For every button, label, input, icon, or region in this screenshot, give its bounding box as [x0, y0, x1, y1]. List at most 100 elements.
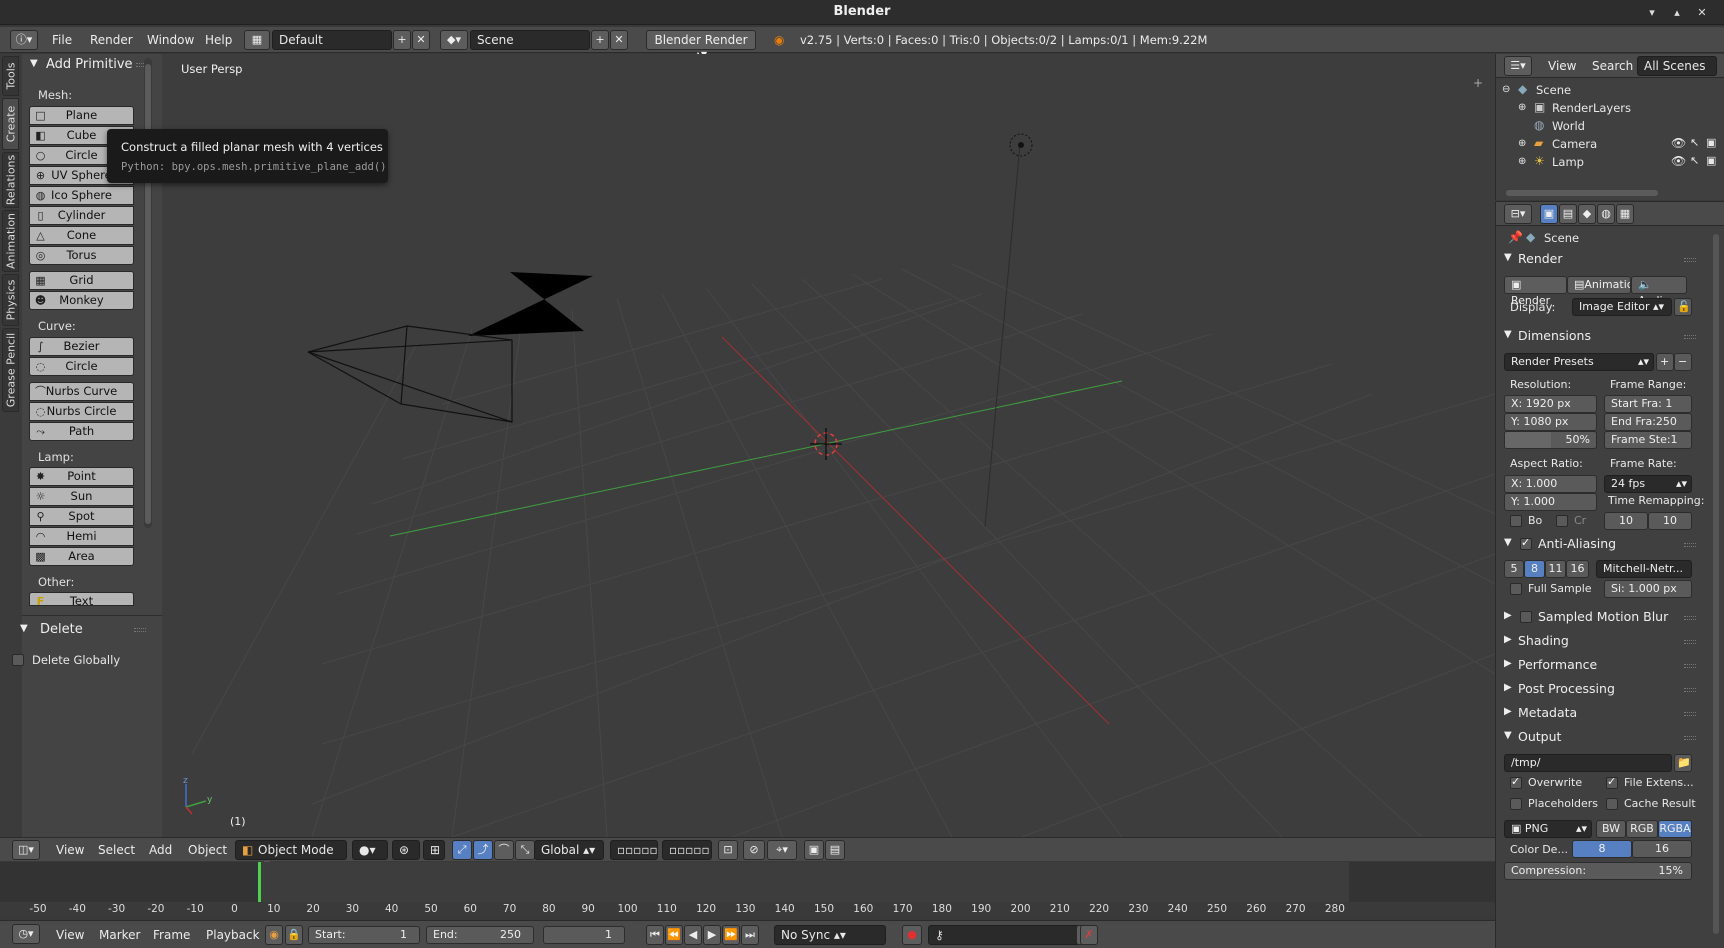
add-grid-button[interactable]: ▦ Grid [29, 271, 134, 290]
lamp-visibility-eye-icon[interactable]: 👁 [1671, 154, 1686, 168]
menu-view[interactable]: View [56, 843, 84, 857]
drag-handle-icon[interactable] [1684, 688, 1696, 692]
play-icon[interactable]: ▶ [703, 925, 721, 945]
render-button[interactable]: ▣ Render [1504, 276, 1567, 307]
add-scene-icon[interactable]: + [591, 30, 609, 50]
outliner-item-renderlayers[interactable]: RenderLayers [1552, 101, 1631, 115]
layers-group-1[interactable]: ▫▫▫▫▫ [610, 840, 658, 860]
editor-type-info-icon[interactable]: ⓘ▾ [10, 30, 38, 50]
resolution-percentage-slider[interactable]: 50% [1504, 431, 1597, 449]
layout-field[interactable]: Default [272, 30, 392, 50]
file-format-select[interactable]: ▣ PNG ▴▾ [1504, 820, 1592, 838]
lock-camera-icon[interactable]: ⊡ [718, 840, 738, 860]
add-bezier-button[interactable]: ∫ Bezier [29, 337, 134, 356]
editor-type-outliner-icon[interactable]: ☰▾ [1504, 56, 1532, 76]
aa-filter-select[interactable]: Mitchell-Netr... [1596, 560, 1692, 578]
menu-marker[interactable]: Marker [99, 928, 140, 942]
lamp-render-icon[interactable]: ▣ [1706, 154, 1716, 167]
add-spot-lamp-button[interactable]: ⚲ Spot [29, 507, 134, 526]
delete-panel-header[interactable]: ▼ Delete [12, 619, 152, 641]
menu-playback[interactable]: Playback [206, 928, 260, 942]
current-frame-indicator[interactable] [258, 862, 261, 902]
add-ico-sphere-button[interactable]: ◍ Ico Sphere [29, 186, 134, 205]
drag-handle-icon[interactable] [1684, 543, 1696, 547]
add-sun-lamp-button[interactable]: ☼ Sun [29, 487, 134, 506]
expand-camera-icon[interactable]: ⊕ [1518, 138, 1526, 149]
dimensions-panel-header[interactable]: ▼ Dimensions [1502, 325, 1702, 347]
metadata-panel-header[interactable]: ▶ Metadata [1502, 702, 1702, 724]
render-animation-button[interactable]: ▤Animatio [1567, 276, 1631, 294]
post-processing-panel-header[interactable]: ▶ Post Processing [1502, 678, 1702, 700]
drag-handle-icon[interactable] [1684, 736, 1696, 740]
viewport-shading-select[interactable]: ●▾ [352, 840, 388, 860]
tab-create[interactable]: Create [2, 98, 19, 150]
add-nurbs-curve-button[interactable]: ⌒ Nurbs Curve [29, 382, 134, 401]
menu-render[interactable]: Render [90, 33, 133, 47]
anti-aliasing-panel-header[interactable]: ▼Anti-Aliasing [1502, 533, 1702, 555]
tab-animation[interactable]: Animation [2, 210, 19, 272]
aa-samples-16[interactable]: 16 [1566, 560, 1589, 578]
aa-samples-8[interactable]: 8 [1524, 560, 1545, 578]
jump-end-icon[interactable]: ⏭ [741, 925, 759, 945]
editor-type-3dview-icon[interactable]: ◫▾ [12, 840, 40, 860]
add-preset-icon[interactable]: + [1656, 353, 1674, 371]
add-plane-button[interactable]: □ Plane [29, 106, 134, 125]
overwrite-checkbox[interactable] [1510, 775, 1522, 789]
scene-context-icon[interactable]: ◆ [1578, 204, 1596, 224]
render-presets-select[interactable]: Render Presets ▴▾ [1504, 353, 1654, 371]
transform-orientation-select[interactable]: Global ▴▾ [534, 840, 604, 860]
frame-start-field[interactable]: Start Fra: 1 [1604, 395, 1692, 413]
3d-cursor-icon[interactable] [810, 428, 842, 460]
render-animation-icon[interactable]: ▤ [825, 840, 845, 860]
remap-old-field[interactable]: 10 [1604, 512, 1648, 530]
display-select[interactable]: Image Editor ▴▾ [1572, 298, 1672, 316]
camera-select-arrow-icon[interactable]: ↖ [1690, 136, 1699, 149]
file-extensions-checkbox[interactable] [1606, 775, 1618, 789]
translate-manipulator-icon[interactable]: ⤢ [452, 840, 472, 860]
close-window-button[interactable]: ✕ [1694, 5, 1710, 21]
frame-step-field[interactable]: Frame Ste:1 [1604, 431, 1692, 449]
lamp-object[interactable] [1009, 133, 1033, 157]
output-panel-header[interactable]: ▼ Output [1502, 726, 1702, 748]
render-image-icon[interactable]: ▣ [804, 840, 824, 860]
outliner-item-lamp[interactable]: Lamp [1552, 155, 1584, 169]
keying-set-field[interactable]: ⚷ [928, 925, 1096, 945]
menu-view[interactable]: View [1548, 59, 1576, 73]
manipulator-toggle[interactable]: ⊞ [423, 840, 445, 860]
snap-icon[interactable]: ⌖▾ [767, 840, 797, 860]
shading-panel-header[interactable]: ▶ Shading [1502, 630, 1702, 652]
aspect-x-field[interactable]: X: 1.000 [1504, 475, 1597, 493]
pivot-point-select[interactable]: ⊛ [392, 840, 420, 860]
add-torus-button[interactable]: ◎ Torus [29, 246, 134, 265]
menu-help[interactable]: Help [205, 33, 232, 47]
mode-select[interactable]: ◧Object Mode ▴▾ [235, 840, 347, 871]
anti-aliasing-checkbox[interactable] [1520, 536, 1532, 550]
expand-lamp-icon[interactable]: ⊕ [1518, 156, 1526, 167]
color-depth-8-button[interactable]: 8 [1572, 840, 1632, 858]
scale-manipulator-icon[interactable]: ⤡ [515, 840, 535, 860]
frame-end-field[interactable]: End Fra:250 [1604, 413, 1692, 431]
add-monkey-button[interactable]: ☻ Monkey [29, 291, 134, 310]
collapse-scene-icon[interactable]: ⊖ [1502, 84, 1510, 95]
renderlayers-context-icon[interactable]: ▤ [1559, 204, 1577, 224]
drag-handle-icon[interactable] [1684, 640, 1696, 644]
add-point-lamp-button[interactable]: ✸ Point [29, 467, 134, 486]
scene-icon[interactable]: ◆▾ [440, 30, 468, 50]
add-layout-icon[interactable]: + [393, 30, 411, 50]
jump-keyframe-back-icon[interactable]: ⏪ [665, 925, 683, 945]
camera-visibility-eye-icon[interactable]: 👁 [1671, 136, 1686, 150]
world-context-icon[interactable]: ◍ [1597, 204, 1615, 224]
add-cone-button[interactable]: △ Cone [29, 226, 134, 245]
outliner-item-scene[interactable]: Scene [1536, 83, 1571, 97]
lamp-select-arrow-icon[interactable]: ↖ [1690, 154, 1699, 167]
outliner-item-world[interactable]: World [1552, 119, 1585, 133]
motion-blur-checkbox[interactable] [1520, 611, 1532, 623]
add-cylinder-button[interactable]: ▯ Cylinder [29, 206, 134, 225]
performance-panel-header[interactable]: ▶ Performance [1502, 654, 1702, 676]
camera-object[interactable] [307, 272, 593, 423]
tab-tools[interactable]: Tools [2, 56, 19, 96]
menu-add[interactable]: Add [149, 843, 172, 857]
add-area-lamp-button[interactable]: ▩ Area [29, 547, 134, 566]
menu-select[interactable]: Select [98, 843, 135, 857]
pin-icon[interactable]: 📌 [1508, 230, 1523, 244]
